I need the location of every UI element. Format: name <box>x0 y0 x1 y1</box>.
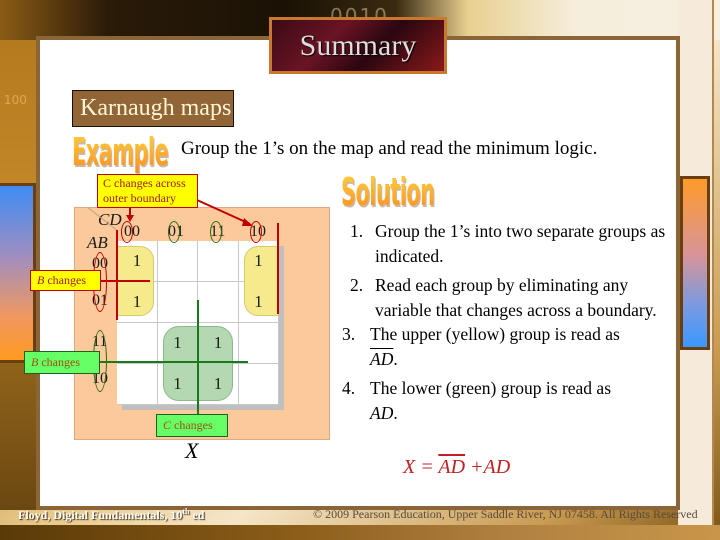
c-outer-boundary-callout: C changes across outer boundary <box>97 174 198 208</box>
step-text: The lower (green) group is read as <box>370 378 612 398</box>
kmap-output-label: X <box>185 438 199 463</box>
step-text: Read each group by eliminating any varia… <box>375 275 657 320</box>
result-term-ad: +AD <box>465 456 511 478</box>
kmap-cell-value: 1 <box>254 292 263 311</box>
c-change-line-lower <box>197 300 199 415</box>
b-changes-lower-callout: B changes <box>24 351 100 374</box>
solution-step: 2. Read each group by eliminating any va… <box>338 273 668 322</box>
column-00-highlight-ring <box>121 221 133 243</box>
left-boundary-line <box>116 230 118 320</box>
footer-book-title: Floyd, Digital Fundamentals, 10 <box>18 508 183 522</box>
column-11-highlight-ring <box>210 221 222 243</box>
kmap-cell <box>157 282 198 323</box>
solution-steps: 1. Group the 1’s into two separate group… <box>338 219 668 425</box>
result-lhs: X = <box>403 456 439 478</box>
a-bar: A <box>370 348 381 369</box>
kmap-cell <box>117 364 158 405</box>
footer-book-credit: Floyd, Digital Fundamentals, 10th ed <box>18 507 204 523</box>
d-bar: D <box>380 348 394 369</box>
kmap-cell-value: 1 <box>132 292 142 311</box>
title-banner: Summary <box>269 17 447 74</box>
step-number: 1. <box>350 221 364 241</box>
kmap-cell <box>117 323 158 364</box>
b-variable: B <box>31 355 39 369</box>
background-binary-text-left: 100 <box>4 93 27 107</box>
step-number: 2. <box>350 275 364 295</box>
example-wordart: Example <box>72 130 169 174</box>
lower-group-expression: AD <box>370 402 394 423</box>
section-title: Karnaugh maps <box>80 95 232 121</box>
b-change-line-upper <box>100 280 150 282</box>
kmap-cell-value: 1 <box>213 374 223 393</box>
step-number: 3. <box>342 324 356 344</box>
kmap-cell <box>157 241 198 282</box>
kmap-cell-value: 1 <box>254 251 263 270</box>
footer-edition: ed <box>189 508 205 522</box>
solution-step: 4. The lower (green) group is read as AD… <box>338 376 668 425</box>
step-text: The upper (yellow) group is read as <box>370 324 620 344</box>
kmap-cell-value: 1 <box>173 333 182 352</box>
kmap-cell-value: 1 <box>132 251 142 270</box>
kmap-cell <box>238 323 279 364</box>
section-header: Karnaugh maps <box>72 90 234 127</box>
result-d-bar: D <box>450 456 466 478</box>
kmap-cell-value: 1 <box>213 333 223 352</box>
column-01-highlight-ring <box>168 221 180 243</box>
solution-step: 1. Group the 1’s into two separate group… <box>338 219 668 268</box>
step-text: Group the 1’s into two separate groups a… <box>375 221 666 266</box>
kmap-cell <box>198 241 239 282</box>
kmap-column-variable: CD <box>98 210 122 229</box>
kmap-cell <box>198 282 239 323</box>
c-changes-lower-callout: C changes <box>156 414 228 437</box>
kmap-row-variable: AB <box>87 233 108 252</box>
right-gradient-bar <box>680 176 710 350</box>
kmap-cell-value: 1 <box>173 374 182 393</box>
footer-copyright: © 2009 Pearson Education, Upper Saddle R… <box>313 507 698 521</box>
background-bottom-band <box>0 525 720 540</box>
b-variable: B <box>37 273 45 287</box>
result-equation: X = AD +AD <box>403 456 510 479</box>
result-a-bar: A <box>438 456 451 478</box>
upper-group-expression: AD <box>370 349 393 369</box>
slide-title: Summary <box>299 28 417 62</box>
column-10-highlight-ring <box>250 221 262 243</box>
period: . <box>393 348 398 369</box>
b-change-line-lower <box>100 361 248 363</box>
solution-wordart: Solution <box>341 170 435 214</box>
solution-step: 3. The upper (yellow) group is read as A… <box>338 322 668 371</box>
kmap-cell <box>238 364 279 405</box>
c-variable: C <box>163 418 172 432</box>
right-boundary-line <box>277 223 279 314</box>
period: . <box>393 402 398 423</box>
step-number: 4. <box>342 378 356 398</box>
b-changes-upper-callout: B changes <box>30 270 101 291</box>
instruction-text: Group the 1’s on the map and read the mi… <box>181 138 598 159</box>
